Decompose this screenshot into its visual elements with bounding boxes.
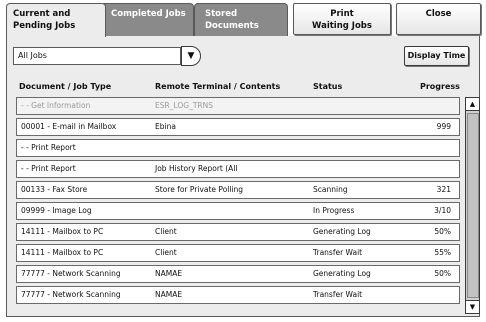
tab-completed-jobs[interactable]: Completed Jobs — [100, 3, 194, 36]
job-status: Generating Log — [313, 269, 371, 278]
job-list: - - Get Information ESR_LOG_TRNS 00001 -… — [16, 97, 460, 312]
job-document: 77777 - Network Scanning — [21, 290, 121, 299]
column-header-status: Status — [313, 82, 343, 91]
job-row[interactable]: 14111 - Mailbox to PC Client Generating … — [16, 223, 460, 241]
job-document: 00001 - E-mail in Mailbox — [21, 122, 117, 131]
job-row[interactable]: 09999 - Image Log In Progress 3/10 — [16, 202, 460, 220]
job-document: 14111 - Mailbox to PC — [21, 248, 104, 257]
display-time-button[interactable]: Display Time — [404, 46, 469, 66]
job-document: 00133 - Fax Store — [21, 185, 88, 194]
print-waiting-jobs-button[interactable]: Print Waiting Jobs — [293, 3, 391, 35]
triangle-down-icon[interactable]: ▼ — [465, 300, 480, 314]
print-waiting-label-line2: Waiting Jobs — [312, 21, 372, 31]
job-document: - - Print Report — [21, 143, 76, 152]
job-remote: Client — [155, 227, 177, 236]
print-waiting-label-line1: Print — [330, 9, 354, 19]
job-remote: NAMAE — [155, 269, 183, 278]
close-button[interactable]: Close — [396, 3, 481, 35]
column-header-progress: Progress — [420, 82, 460, 91]
job-row[interactable]: 14111 - Mailbox to PC Client Transfer Wa… — [16, 244, 460, 262]
job-status: In Progress — [313, 206, 355, 215]
job-progress: 50% — [434, 227, 451, 236]
job-row[interactable]: 77777 - Network Scanning NAMAE Generatin… — [16, 265, 460, 283]
tab-current-label-line2: Pending Jobs — [13, 21, 76, 31]
job-document: 09999 - Image Log — [21, 206, 92, 215]
job-status: Transfer Wait — [313, 290, 363, 299]
job-document: - - Get Information — [21, 101, 91, 110]
job-filter-value[interactable]: All Jobs — [13, 47, 181, 65]
tab-current-pending-jobs[interactable]: Current and Pending Jobs — [6, 3, 106, 37]
job-remote: Client — [155, 248, 177, 257]
job-document: 77777 - Network Scanning — [21, 269, 121, 278]
job-progress: 50% — [434, 269, 451, 278]
chevron-down-icon[interactable]: ▼ — [181, 46, 201, 66]
job-progress: 3/10 — [434, 206, 451, 215]
job-row[interactable]: 00001 - E-mail in Mailbox Ebina 999 — [16, 118, 460, 136]
job-progress: 321 — [436, 185, 451, 194]
job-row[interactable]: - - Print Report — [16, 139, 460, 157]
column-header-document: Document / Job Type — [19, 82, 112, 91]
job-status: Transfer Wait — [313, 248, 363, 257]
tab-completed-label: Completed Jobs — [111, 9, 186, 19]
scrollbar-track[interactable] — [465, 111, 480, 300]
triangle-up-icon[interactable]: ▲ — [465, 97, 480, 111]
scrollbar-thumb[interactable] — [467, 113, 479, 298]
tab-current-label-line1: Current and — [13, 9, 71, 19]
tab-stored-label-line1: Stored — [205, 9, 238, 19]
job-document: - - Print Report — [21, 164, 76, 173]
jobs-panel: All Jobs ▼ Display Time Document / Job T… — [6, 36, 480, 317]
job-progress: 55% — [434, 248, 451, 257]
tab-stored-documents[interactable]: Stored Documents — [194, 3, 288, 36]
job-row[interactable]: 77777 - Network Scanning NAMAE Transfer … — [16, 286, 460, 304]
job-remote: ESR_LOG_TRNS — [155, 101, 214, 110]
job-remote: NAMAE — [155, 290, 183, 299]
job-remote: Store for Private Polling — [155, 185, 244, 194]
close-label: Close — [425, 9, 452, 19]
tab-stored-label-line2: Documents — [205, 21, 259, 31]
job-remote: Job History Report (All — [155, 164, 238, 173]
job-filter-dropdown[interactable]: All Jobs ▼ — [13, 46, 201, 66]
job-progress: 999 — [436, 122, 451, 131]
column-header-remote-terminal: Remote Terminal / Contents — [155, 82, 281, 91]
job-remote: Ebina — [155, 122, 176, 131]
job-status: Generating Log — [313, 227, 371, 236]
job-row[interactable]: - - Print Report Job History Report (All — [16, 160, 460, 178]
job-status-screen: Current and Pending Jobs Completed Jobs … — [0, 0, 486, 322]
job-list-scrollbar[interactable]: ▲ ▼ — [465, 97, 480, 314]
job-document: 14111 - Mailbox to PC — [21, 227, 104, 236]
job-status: Scanning — [313, 185, 348, 194]
job-row[interactable]: - - Get Information ESR_LOG_TRNS — [16, 97, 460, 115]
job-row[interactable]: 00133 - Fax Store Store for Private Poll… — [16, 181, 460, 199]
